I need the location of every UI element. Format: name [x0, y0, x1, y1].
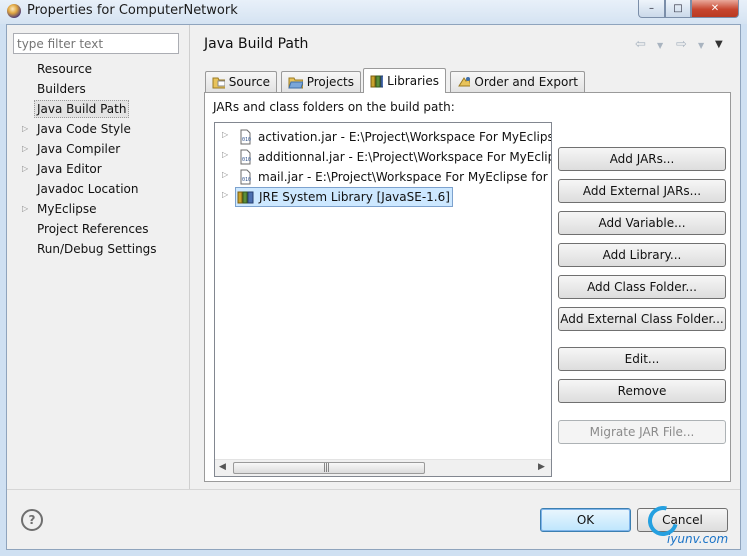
add-jars-button[interactable]: Add JARs...: [558, 147, 726, 171]
add-external-jars-button[interactable]: Add External JARs...: [558, 179, 726, 203]
back-dropdown-icon[interactable]: ▼: [657, 41, 663, 50]
footer-separator: [7, 489, 740, 490]
tab-label: Libraries: [387, 74, 439, 88]
nav-item-label: Project References: [37, 222, 149, 236]
source-folder-icon: [212, 77, 225, 89]
nav-item-resource[interactable]: Resource: [15, 59, 185, 79]
library-list[interactable]: ▷ activation.jar - E:\Project\Workspace F…: [214, 122, 552, 477]
libraries-icon: [370, 75, 384, 88]
jar-icon: 010: [237, 129, 253, 147]
nav-item-myeclipse[interactable]: ▷ MyEclipse: [15, 199, 185, 219]
cancel-button[interactable]: Cancel: [637, 508, 728, 532]
back-arrow-icon[interactable]: ⇦: [635, 37, 646, 52]
add-class-folder-button[interactable]: Add Class Folder...: [558, 275, 726, 299]
library-entry-label: JRE System Library [JavaSE-1.6]: [235, 187, 453, 207]
properties-dialog: Resource Builders Java Build Path ▷ Java Cod…: [6, 24, 741, 550]
nav-item-java-build-path[interactable]: Java Build Path: [15, 99, 185, 119]
expand-arrow-icon[interactable]: ▷: [22, 199, 28, 219]
nav-item-run-debug-settings[interactable]: Run/Debug Settings: [15, 239, 185, 259]
add-library-button[interactable]: Add Library...: [558, 243, 726, 267]
library-entry[interactable]: ▷ mail.jar - E:\Project\Workspace For MyE…: [215, 167, 551, 187]
nav-item-label: MyEclipse: [37, 202, 97, 216]
tab-libraries[interactable]: Libraries: [363, 68, 446, 93]
svg-text:010: 010: [242, 137, 251, 143]
nav-item-label: Java Compiler: [37, 142, 121, 156]
library-entry-label: activation.jar - E:\Project\Workspace Fo…: [258, 130, 551, 144]
migrate-jar-file-button[interactable]: Migrate JAR File...: [558, 420, 726, 444]
nav-item-project-references[interactable]: Project References: [15, 219, 185, 239]
nav-item-label: Builders: [37, 82, 86, 96]
tab-label: Source: [228, 75, 270, 89]
maximize-button[interactable]: □: [665, 0, 691, 18]
projects-folder-icon: [288, 77, 303, 89]
scroll-left-arrow-icon[interactable]: ◀: [219, 462, 226, 472]
expand-arrow-icon[interactable]: ▷: [222, 130, 228, 139]
library-entry-label: additionnal.jar - E:\Project\Workspace F…: [258, 150, 551, 164]
minimize-button[interactable]: –: [638, 0, 665, 18]
property-page-tree: Resource Builders Java Build Path ▷ Java Cod…: [15, 59, 185, 259]
svg-text:010: 010: [242, 157, 251, 163]
jar-icon: 010: [237, 149, 253, 167]
nav-item-java-compiler[interactable]: ▷ Java Compiler: [15, 139, 185, 159]
forward-arrow-icon[interactable]: ⇨: [676, 37, 687, 52]
sash-divider[interactable]: [189, 25, 190, 489]
window-title: Properties for ComputerNetwork: [27, 3, 238, 18]
scroll-thumb[interactable]: |||: [233, 462, 425, 474]
library-entry[interactable]: ▷ additionnal.jar - E:\Project\Workspace …: [215, 147, 551, 167]
expand-arrow-icon[interactable]: ▷: [22, 159, 28, 179]
forward-dropdown-icon[interactable]: ▼: [698, 41, 704, 50]
close-button[interactable]: ✕: [691, 0, 739, 18]
library-entry[interactable]: ▷ activation.jar - E:\Project\Workspace F…: [215, 127, 551, 147]
tab-projects[interactable]: Projects: [281, 71, 361, 92]
help-icon[interactable]: ?: [21, 509, 43, 531]
svg-text:010: 010: [242, 177, 251, 183]
libraries-panel: JARs and class folders on the build path…: [204, 92, 731, 482]
filter-input[interactable]: [13, 33, 179, 54]
nav-item-label: Java Code Style: [37, 122, 131, 136]
expand-arrow-icon[interactable]: ▷: [222, 150, 228, 159]
tab-order-and-export[interactable]: Order and Export: [450, 71, 585, 92]
add-variable-button[interactable]: Add Variable...: [558, 211, 726, 235]
nav-item-label: Java Editor: [37, 162, 102, 176]
nav-item-label: Javadoc Location: [37, 182, 139, 196]
page-title: Java Build Path: [204, 36, 309, 52]
library-entry-label: mail.jar - E:\Project\Workspace For MyEc…: [258, 170, 548, 184]
view-menu-icon[interactable]: ▼: [715, 39, 723, 50]
nav-item-builders[interactable]: Builders: [15, 79, 185, 99]
add-external-class-folder-button[interactable]: Add External Class Folder...: [558, 307, 726, 331]
expand-arrow-icon[interactable]: ▷: [22, 119, 28, 139]
window-titlebar: Properties for ComputerNetwork – □ ✕: [0, 0, 747, 24]
expand-arrow-icon[interactable]: ▷: [22, 139, 28, 159]
tab-label: Projects: [306, 75, 354, 89]
horizontal-scrollbar[interactable]: ◀ ||| ▶: [215, 459, 551, 476]
ok-button[interactable]: OK: [540, 508, 631, 532]
jre-library-icon: [237, 189, 255, 207]
nav-item-java-editor[interactable]: ▷ Java Editor: [15, 159, 185, 179]
tab-source[interactable]: Source: [205, 71, 277, 92]
scroll-right-arrow-icon[interactable]: ▶: [538, 462, 545, 472]
tab-label: Order and Export: [474, 75, 578, 89]
nav-item-javadoc-location[interactable]: Javadoc Location: [15, 179, 185, 199]
expand-arrow-icon[interactable]: ▷: [222, 190, 228, 199]
nav-item-label: Run/Debug Settings: [37, 242, 157, 256]
nav-item-java-code-style[interactable]: ▷ Java Code Style: [15, 119, 185, 139]
build-path-label: JARs and class folders on the build path…: [213, 100, 455, 114]
remove-button[interactable]: Remove: [558, 379, 726, 403]
order-export-icon: [458, 77, 471, 87]
jar-icon: 010: [237, 169, 253, 187]
nav-item-label: Java Build Path: [34, 100, 130, 118]
library-entry[interactable]: ▷ JRE System Library [JavaSE-1.6]: [215, 187, 551, 207]
nav-item-label: Resource: [37, 62, 93, 76]
expand-arrow-icon[interactable]: ▷: [222, 170, 228, 179]
eclipse-app-icon: [7, 4, 21, 18]
edit-button[interactable]: Edit...: [558, 347, 726, 371]
scroll-grip-icon: |||: [323, 463, 330, 473]
